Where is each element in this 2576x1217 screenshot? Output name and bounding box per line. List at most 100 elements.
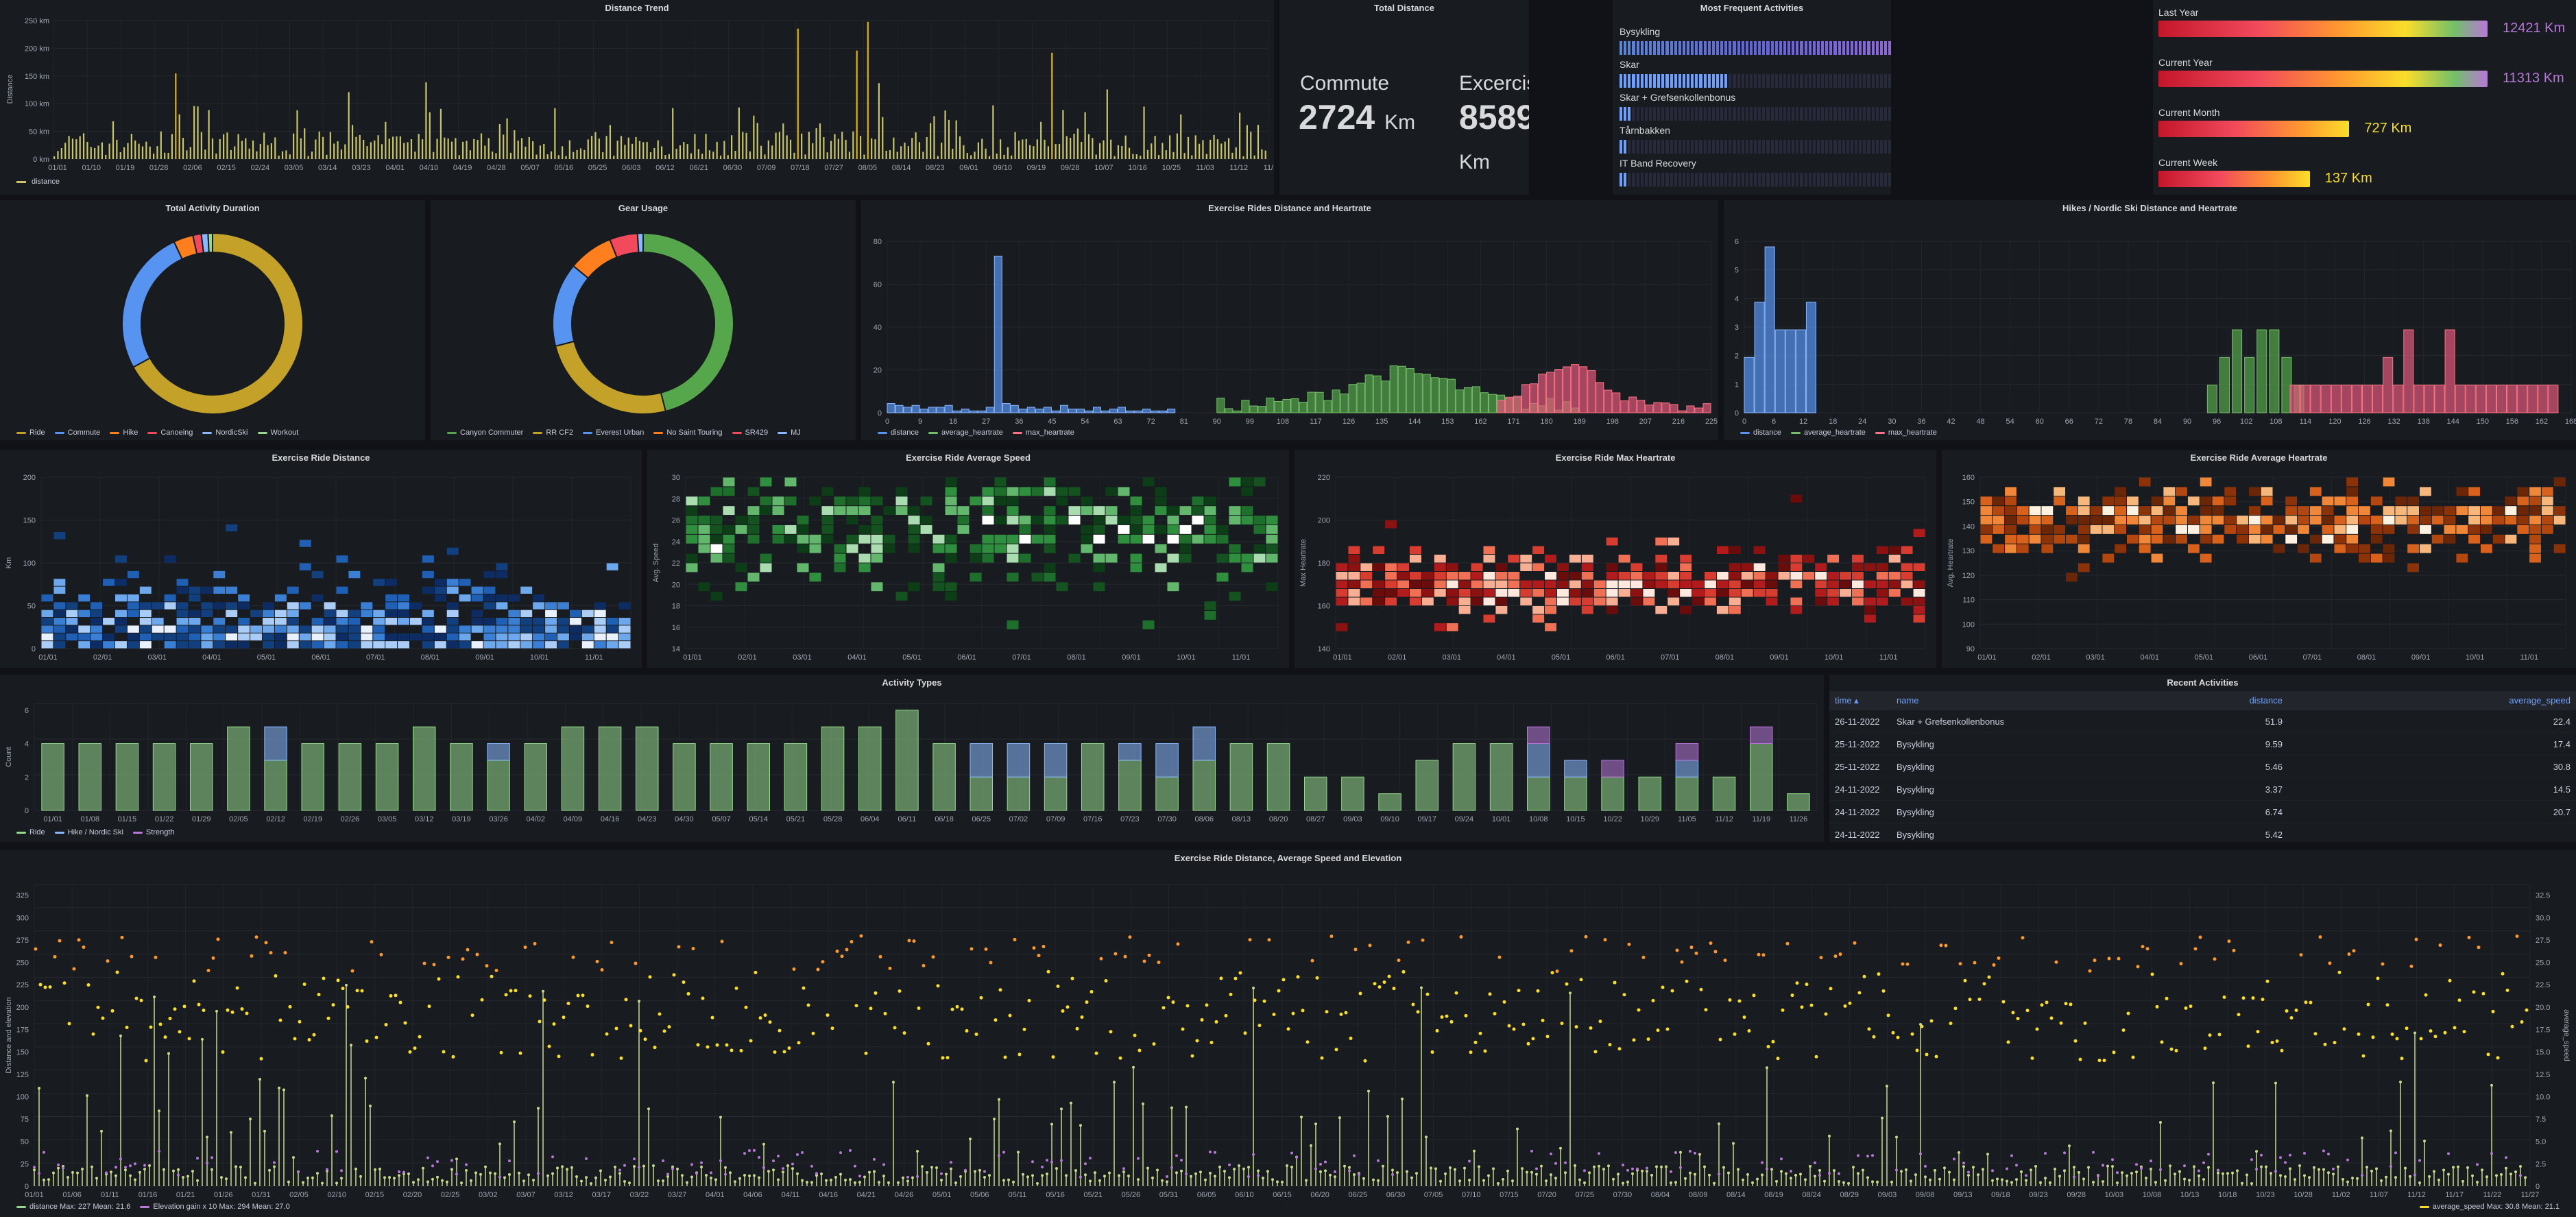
legend-item[interactable]: Strength (132, 828, 175, 836)
legend-item[interactable]: SR429 (732, 429, 768, 437)
speed-point (1728, 998, 1732, 1002)
activity-name: Skar (1620, 59, 1639, 70)
distance-bar (1257, 125, 1260, 159)
distance-point (594, 1176, 597, 1179)
distance-point (738, 1177, 741, 1180)
legend-item[interactable]: distance (878, 429, 919, 437)
distance-point (1593, 1165, 1596, 1168)
distance-point (657, 1179, 660, 1183)
speed-point (312, 1033, 316, 1037)
legend-item[interactable]: RR CF2 (533, 429, 573, 437)
speed-point (1185, 1004, 1190, 1008)
heatmap-cell (299, 563, 311, 570)
col-speed-header[interactable]: average_speed (2283, 695, 2571, 706)
legend-item[interactable]: No Saint Touring (653, 429, 723, 437)
heatmap-cell (2529, 553, 2541, 563)
legend-item[interactable]: Canoeing (147, 429, 193, 437)
table-row[interactable]: 25-11-2022 Bysykling 5.46 30.8 (1829, 756, 2576, 778)
speed-point (1881, 989, 1886, 993)
col-time-header[interactable]: time ▴ (1835, 695, 1897, 706)
speed-point (298, 1020, 302, 1024)
legend-item[interactable]: distance Max: 227 Mean: 21.6 (16, 1203, 130, 1211)
activity-bar (487, 743, 510, 761)
legend-item[interactable]: Canyon Commuter (447, 429, 523, 437)
heatmap-cell (152, 602, 164, 610)
distance-point (628, 1181, 631, 1185)
activity-bar (487, 760, 510, 811)
distance-bar (97, 145, 99, 159)
x-tick: 07/09 (1046, 815, 1066, 823)
col-name-header[interactable]: name (1897, 695, 2077, 706)
gauge-cell (1707, 74, 1711, 88)
heatmap-cell (1434, 555, 1446, 563)
gauge-cell (1624, 173, 1627, 186)
legend-item[interactable]: max_heartrate (1875, 429, 1937, 437)
speed-point (1142, 959, 1146, 963)
legend-item[interactable]: NordicSki (202, 429, 248, 437)
legend-item[interactable]: distance (1740, 429, 1781, 437)
distance-bar (1180, 114, 1182, 159)
table-row[interactable]: 24-11-2022 Bysykling 5.42 (1829, 823, 2576, 842)
elevation-point (2274, 1170, 2277, 1173)
heatmap-cell (446, 641, 459, 649)
speed-point (2265, 979, 2270, 983)
legend-item[interactable]: Everest Urban (583, 429, 644, 437)
heatmap-cell (1229, 553, 1241, 563)
speed-point (1502, 1000, 1506, 1004)
table-row[interactable]: 26-11-2022 Skar + Grefsenkollenbonus 51.9 2… (1829, 710, 2576, 733)
heatmap-cell (508, 625, 520, 633)
y2-tick: 0 (2536, 1183, 2540, 1191)
legend-item[interactable]: Elevation gain x 10 Max: 294 Mean: 27.0 (140, 1203, 290, 1211)
elevation-point (1646, 1166, 1648, 1170)
distance-point (1790, 1177, 1792, 1180)
col-distance-header[interactable]: distance (2077, 695, 2283, 706)
legend-item[interactable]: Ride (16, 828, 45, 836)
heatmap-cell (1081, 506, 1093, 516)
distance-point (1934, 1169, 1936, 1172)
elevation-point (666, 1172, 669, 1176)
heatmap-cell (1729, 563, 1741, 571)
legend-item[interactable]: Workout (257, 429, 298, 437)
heatmap-cell (1581, 555, 1593, 563)
speed-point (485, 964, 489, 968)
gauge-cell (1821, 41, 1825, 55)
gauge-cell (1699, 41, 1702, 55)
distance-point (1022, 1172, 1024, 1176)
speed-point (1536, 989, 1540, 993)
x-tick: 01/01 (1333, 653, 1352, 662)
histogram-bar (2455, 385, 2466, 413)
heatmap-cell (398, 633, 409, 641)
gauge-cell (1665, 140, 1669, 154)
speed-point (773, 1050, 777, 1055)
heatmap-cell (1729, 597, 1741, 605)
table-row[interactable]: 24-11-2022 Bysykling 6.74 20.7 (1829, 801, 2576, 823)
legend-item[interactable]: Ride (16, 429, 45, 437)
legend-swatch (1790, 431, 1801, 434)
gauge-cell (1796, 74, 1799, 88)
table-row[interactable]: 25-11-2022 Bysykling 9.59 17.4 (1829, 733, 2576, 756)
legend-item[interactable]: MJ (778, 429, 801, 437)
legend-item[interactable]: Commute (54, 429, 100, 437)
distance-point (1684, 1177, 1687, 1180)
distance-point (1170, 1106, 1173, 1109)
heatmap-cell (1680, 563, 1692, 571)
distance-bar (307, 156, 309, 159)
legend-item[interactable]: max_heartrate (1012, 429, 1074, 437)
speed-point (1406, 940, 1410, 944)
table-row[interactable]: 24-11-2022 Bysykling 3.37 14.5 (1829, 778, 2576, 801)
legend-item[interactable]: Hike (110, 429, 138, 437)
legend-item[interactable]: Hike / Nordic Ski (54, 828, 123, 836)
distance-bar (1018, 141, 1020, 159)
gauge-cell (1632, 41, 1635, 55)
x-tick: 72 (1147, 418, 1155, 426)
legend-item[interactable]: average_heartrate (928, 429, 1003, 437)
elevation-point (983, 1170, 986, 1173)
heatmap-cell (287, 618, 299, 625)
elevation-point (426, 1156, 429, 1159)
legend-item[interactable]: average_speed Max: 30.8 Mean: 21.1 (2419, 1203, 2560, 1211)
distance-point (1862, 1168, 1864, 1172)
heatmap-cell (226, 625, 238, 633)
legend-item[interactable]: average_heartrate (1790, 429, 1866, 437)
x-tick: 108 (1277, 418, 1289, 426)
distance-bar (697, 149, 699, 159)
